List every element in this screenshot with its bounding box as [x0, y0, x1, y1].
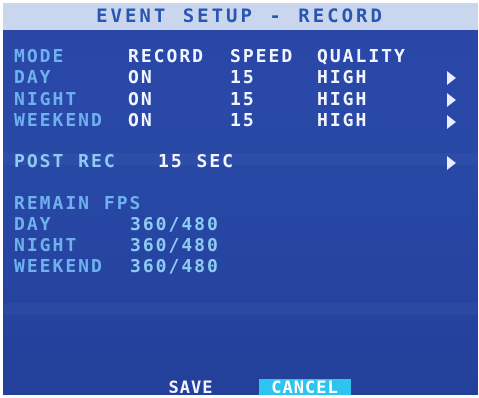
- right-arrow-icon[interactable]: [447, 71, 456, 85]
- right-arrow-icon[interactable]: [447, 156, 456, 170]
- remain-fps-label: DAY: [14, 214, 53, 235]
- header-record: RECORD: [128, 46, 206, 67]
- remain-fps-label: NIGHT: [14, 235, 79, 256]
- row-speed-value[interactable]: 15: [230, 112, 256, 130]
- row-mode-label: NIGHT: [14, 89, 79, 110]
- right-arrow-icon[interactable]: [447, 93, 456, 107]
- remain-fps-value: 360/480: [130, 235, 220, 256]
- screen-band: [3, 303, 478, 315]
- dvr-osd-screen: EVENT SETUP - RECORD MODE RECORD SPEED Q…: [3, 3, 478, 395]
- remain-fps-value: 360/480: [130, 256, 220, 277]
- row-quality-value[interactable]: HIGH: [317, 112, 368, 130]
- header-mode: MODE: [14, 46, 66, 67]
- remain-fps-heading: REMAIN FPS: [14, 193, 143, 214]
- row-mode-label: DAY: [14, 67, 53, 88]
- row-record-value[interactable]: ON: [128, 69, 154, 87]
- page-title: EVENT SETUP - RECORD: [3, 3, 478, 30]
- header-speed: SPEED: [230, 46, 295, 67]
- post-rec-value[interactable]: 15 SEC: [158, 153, 235, 171]
- remain-fps-label: WEEKEND: [14, 256, 104, 277]
- header-quality: QUALITY: [317, 46, 407, 67]
- remain-fps-value: 360/480: [130, 214, 220, 235]
- save-button[interactable]: SAVE: [156, 379, 226, 395]
- row-speed-value[interactable]: 15: [230, 69, 256, 87]
- row-speed-value[interactable]: 15: [230, 91, 256, 109]
- row-quality-value[interactable]: HIGH: [317, 69, 368, 87]
- post-rec-label: POST REC: [14, 151, 117, 172]
- row-record-value[interactable]: ON: [128, 91, 154, 109]
- row-record-value[interactable]: ON: [128, 112, 154, 130]
- cancel-button[interactable]: CANCEL: [259, 379, 351, 395]
- row-mode-label: WEEKEND: [14, 110, 104, 131]
- right-arrow-icon[interactable]: [447, 115, 456, 129]
- row-quality-value[interactable]: HIGH: [317, 91, 368, 109]
